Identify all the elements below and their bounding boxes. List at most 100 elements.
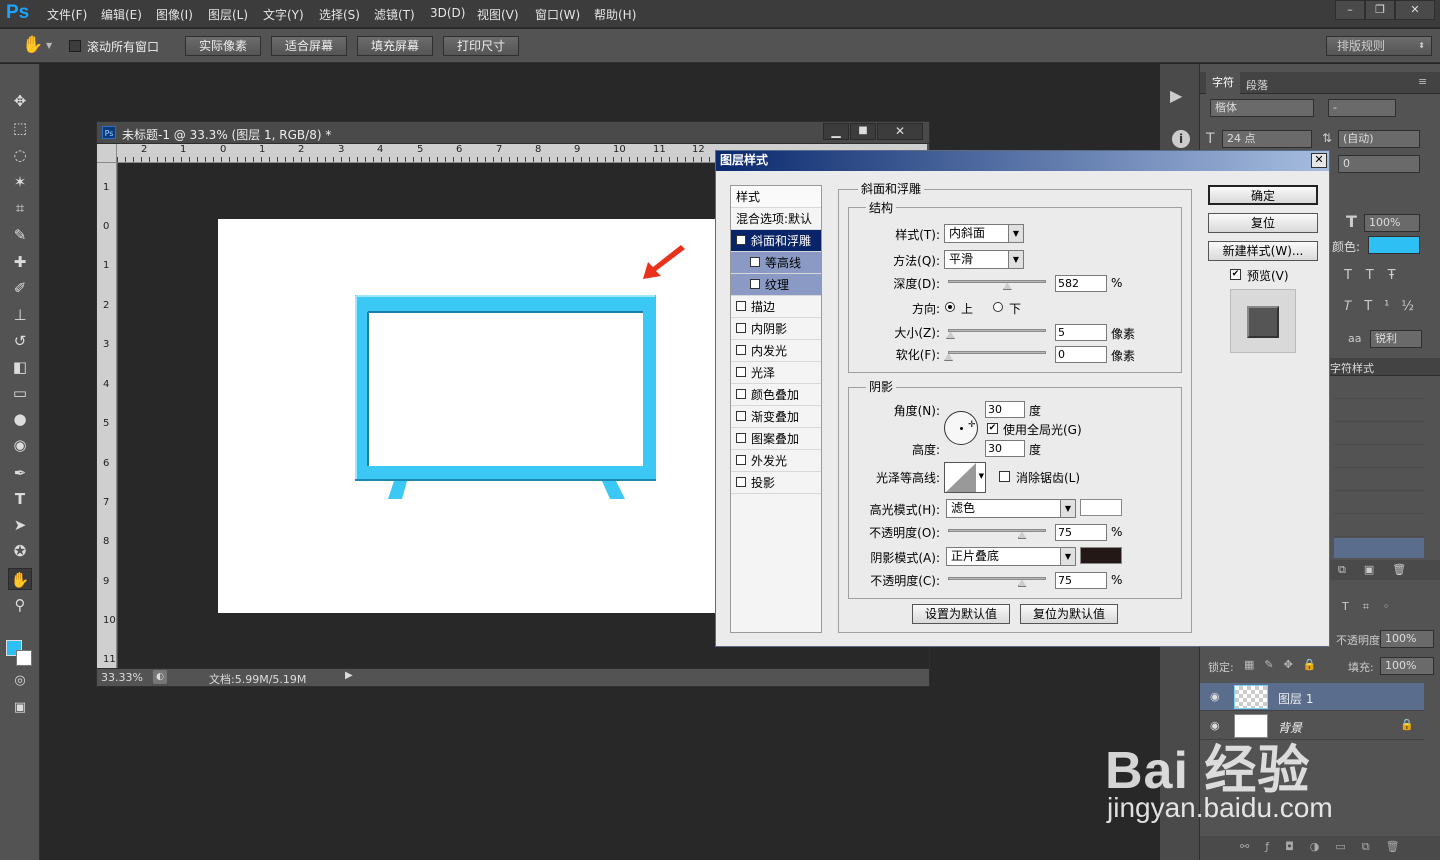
tracking-field[interactable]: 0 [1338, 155, 1420, 173]
marquee-tool-icon[interactable]: ⬚ [8, 117, 32, 139]
altitude-input[interactable]: 30 [985, 440, 1025, 457]
layers-actions-icons[interactable]: ⚯ƒ◘◑▭⧉🗑 [1200, 836, 1440, 860]
doc-minimize-button[interactable]: ▁ [823, 123, 849, 140]
style-item-checkbox[interactable] [736, 455, 746, 465]
leading-field[interactable]: (自动) [1338, 130, 1420, 148]
restore-button[interactable]: ❐ [1365, 0, 1395, 20]
angle-dial[interactable]: ✛ [944, 411, 978, 445]
doc-close-button[interactable]: ✕ [877, 123, 923, 140]
reset-default-button[interactable]: 复位为默认值 [1020, 604, 1118, 624]
menu-image[interactable]: 图像(I) [156, 6, 193, 23]
status-info-icon[interactable]: ◐ [153, 670, 167, 684]
fit-screen-button[interactable]: 适合屏幕 [271, 36, 347, 56]
play-icon[interactable]: ▶ [1170, 86, 1182, 105]
document-tab[interactable]: Ps 未标题-1 @ 33.3% (图层 1, RGB/8) * ▁ ■ ✕ [97, 122, 929, 144]
preview-checkbox[interactable]: ✔ [1230, 269, 1241, 280]
layer-fill-field[interactable]: 100% [1380, 657, 1434, 675]
gloss-contour-picker[interactable]: ▼ [944, 462, 986, 493]
screen-mode-icon[interactable]: ▣ [8, 697, 32, 719]
highlight-color-swatch[interactable] [1080, 499, 1122, 516]
hand-tool-icon-active[interactable]: ✋ [8, 568, 32, 590]
style-item-checkbox[interactable] [750, 279, 760, 289]
style-item[interactable]: 纹理 [731, 274, 821, 296]
dialog-close-button[interactable]: ✕ [1311, 153, 1327, 168]
zoom-level[interactable]: 33.33% [101, 671, 143, 684]
blur-tool-icon[interactable]: ● [8, 408, 32, 430]
style-item[interactable]: 图案叠加 [731, 428, 821, 450]
actual-pixels-button[interactable]: 实际像素 [185, 36, 261, 56]
move-tool-icon[interactable]: ✥ [8, 90, 32, 112]
depth-input[interactable]: 582 [1055, 275, 1107, 292]
layer-opacity-field[interactable]: 100% [1380, 630, 1434, 648]
global-light-checkbox[interactable]: ✔ [987, 423, 998, 434]
bevel-style-select[interactable]: 内斜面 ▼ [944, 224, 1024, 243]
direction-down-radio[interactable] [993, 302, 1003, 312]
doc-maximize-button[interactable]: ■ [850, 123, 876, 140]
highlight-opacity-input[interactable]: 75 [1055, 524, 1107, 541]
style-actions-icons[interactable]: ⧉▣🗑 [1326, 560, 1440, 580]
scale-field[interactable]: 100% [1364, 214, 1420, 232]
menu-3d[interactable]: 3D(D) [430, 6, 465, 20]
workspace-select[interactable]: 排版规则 ⬍ [1326, 36, 1432, 56]
menu-window[interactable]: 窗口(W) [535, 6, 580, 23]
eye-icon[interactable]: ◉ [1210, 690, 1220, 703]
background-color-swatch[interactable] [16, 650, 32, 666]
style-item[interactable]: 内阴影 [731, 318, 821, 340]
font-style-field[interactable]: - [1328, 99, 1396, 117]
font-size-field[interactable]: 24 点 [1222, 130, 1312, 148]
antialias-select[interactable]: 锐利 [1370, 330, 1422, 348]
scroll-all-checkbox[interactable] [69, 40, 81, 52]
technique-select[interactable]: 平滑 ▼ [944, 250, 1024, 269]
style-item-checkbox[interactable] [736, 323, 746, 333]
shadow-opacity-slider[interactable] [948, 577, 1046, 580]
style-item[interactable]: 内发光 [731, 340, 821, 362]
opentype-icons[interactable]: 𝑇T¹½ [1344, 299, 1426, 314]
tab-character-styles[interactable]: 字符样式 [1330, 360, 1374, 376]
highlight-mode-select[interactable]: 滤色 ▼ [946, 499, 1076, 518]
menu-edit[interactable]: 编辑(E) [101, 6, 142, 23]
path-select-tool-icon[interactable]: ➤ [8, 514, 32, 536]
healing-brush-tool-icon[interactable]: ✚ [8, 251, 32, 273]
style-item-checkbox[interactable]: ✔ [736, 235, 746, 245]
zoom-tool-icon[interactable]: ⚲ [8, 594, 32, 616]
lasso-tool-icon[interactable]: ◌ [8, 144, 32, 166]
close-button[interactable]: ✕ [1395, 0, 1435, 20]
layer-name[interactable]: 图层 1 [1278, 690, 1313, 707]
type-tool-icon[interactable]: T [8, 488, 32, 510]
fill-screen-button[interactable]: 填充屏幕 [357, 36, 433, 56]
print-size-button[interactable]: 打印尺寸 [443, 36, 519, 56]
reset-button[interactable]: 复位 [1208, 213, 1318, 233]
menu-select[interactable]: 选择(S) [319, 6, 360, 23]
minimize-button[interactable]: – [1335, 0, 1365, 20]
panel-menu-icon[interactable]: ≡ [1418, 75, 1427, 88]
soften-slider[interactable] [948, 351, 1046, 354]
dialog-title[interactable]: 图层样式 [716, 151, 1329, 171]
layer-filter-icons[interactable]: T⌗◦ [1330, 600, 1440, 618]
style-item-checkbox[interactable] [736, 367, 746, 377]
style-item[interactable]: 等高线 [731, 252, 821, 274]
shadow-opacity-input[interactable]: 75 [1055, 572, 1107, 589]
style-item-checkbox[interactable] [750, 257, 760, 267]
font-family-field[interactable]: 楷体 [1210, 99, 1314, 117]
shadow-color-swatch[interactable] [1080, 547, 1122, 564]
shape-tool-icon[interactable]: ✪ [8, 540, 32, 562]
style-item-checkbox[interactable] [736, 301, 746, 311]
text-color-swatch[interactable] [1368, 236, 1420, 254]
shadow-mode-select[interactable]: 正片叠底 ▼ [946, 547, 1076, 566]
crop-tool-icon[interactable]: ⌗ [8, 197, 32, 219]
style-item[interactable]: 描边 [731, 296, 821, 318]
tab-paragraph[interactable]: 段落 [1246, 77, 1268, 93]
styles-header[interactable]: 样式 [731, 186, 821, 208]
hand-tool-icon[interactable]: ✋ [22, 35, 43, 55]
menu-file[interactable]: 文件(F) [47, 6, 87, 23]
stamp-tool-icon[interactable]: ⊥ [8, 304, 32, 326]
gradient-tool-icon[interactable]: ▭ [8, 382, 32, 404]
style-item[interactable]: 渐变叠加 [731, 406, 821, 428]
tool-preset-arrow-icon[interactable]: ▼ [46, 41, 52, 50]
ruler-origin[interactable] [97, 144, 117, 163]
style-item[interactable]: 投影 [731, 472, 821, 494]
depth-slider[interactable] [948, 280, 1046, 283]
size-input[interactable]: 5 [1055, 324, 1107, 341]
style-item[interactable]: 外发光 [731, 450, 821, 472]
angle-input[interactable]: 30 [985, 401, 1025, 418]
